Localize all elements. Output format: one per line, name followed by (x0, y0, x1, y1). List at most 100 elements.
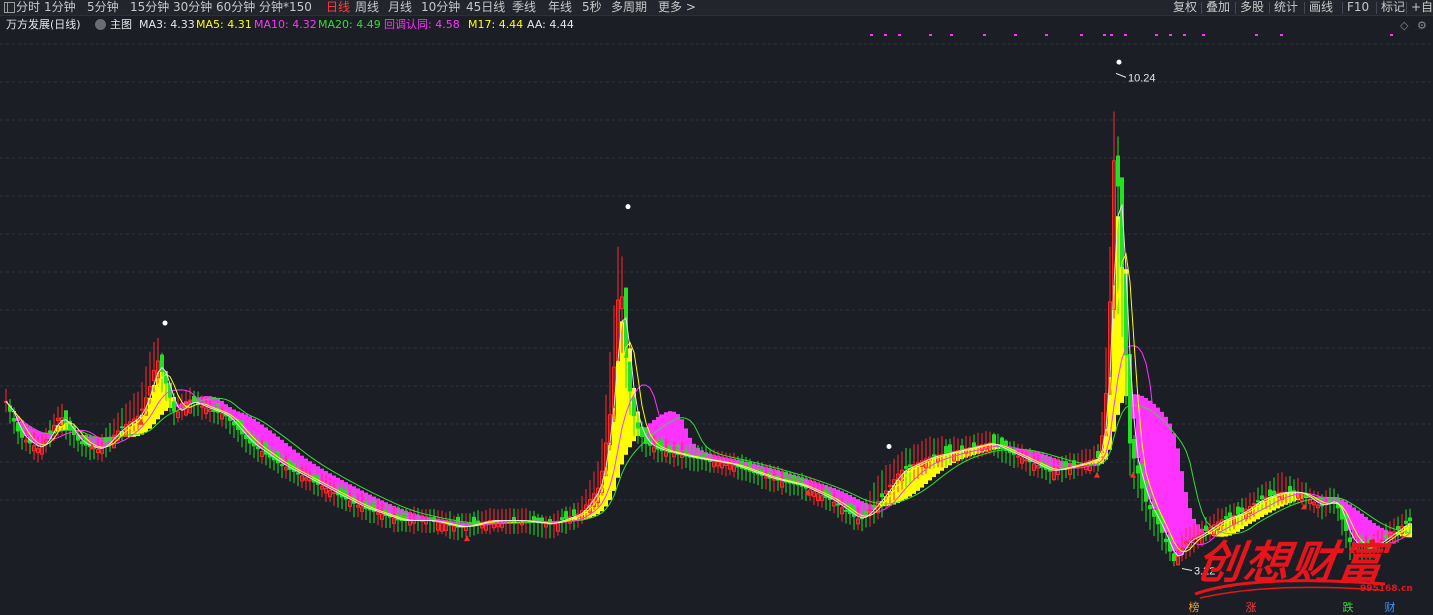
high-price-label: 10.24 (1128, 72, 1156, 84)
signal-dot (1124, 34, 1127, 36)
candle-down (1164, 538, 1168, 543)
bottom-tag-2[interactable]: 跌 (1341, 600, 1355, 615)
candle-down (572, 509, 576, 517)
candle-down (948, 444, 952, 453)
indicator-label-6: AA: 4.44 (527, 18, 574, 31)
candle-down (560, 517, 564, 521)
candle-down (1136, 465, 1140, 474)
tool-button-5[interactable]: F10 (1347, 0, 1369, 15)
peak-dot (1116, 59, 1122, 65)
buy-signal-triangle (1130, 471, 1136, 478)
band-down (1176, 448, 1180, 557)
candle-down (1132, 438, 1136, 459)
period-tab-1[interactable]: 1分钟 (44, 0, 76, 15)
bottom-tag-3[interactable]: 财 (1383, 600, 1397, 615)
tool-button-6[interactable]: 标记 (1381, 0, 1405, 15)
period-tab-2[interactable]: 5分钟 (87, 0, 119, 15)
candle-up (332, 492, 336, 495)
period-tab-0[interactable]: 分时 (16, 0, 40, 15)
candle-down (172, 401, 176, 412)
candle-down (80, 441, 84, 445)
candle-down (904, 466, 908, 469)
signal-dot (898, 34, 901, 36)
tool-button-3[interactable]: 统计 (1274, 0, 1298, 15)
candle-down (120, 426, 124, 429)
main-chart-dropdown-icon[interactable] (95, 19, 106, 30)
settings-icon[interactable]: ⚙ (1417, 17, 1427, 35)
indicator-label-3: MA20: 4.49 (318, 18, 381, 31)
candle-down (1172, 553, 1176, 561)
candle-down (280, 464, 284, 467)
buy-signal-triangle (464, 535, 470, 542)
candle-up (140, 408, 144, 411)
tool-button-1[interactable]: 叠加 (1206, 0, 1230, 15)
signal-dot (1080, 34, 1083, 36)
period-tab-12[interactable]: 季线 (512, 0, 536, 15)
tool-button-2[interactable]: 多股 (1240, 0, 1264, 15)
band-down (1168, 423, 1172, 542)
period-tab-9[interactable]: 月线 (388, 0, 412, 15)
period-tab-11[interactable]: 45日线 (466, 0, 505, 15)
candle-down (1116, 155, 1120, 187)
band-down (1172, 433, 1176, 552)
candle-down (48, 430, 52, 433)
candle-down (12, 418, 16, 422)
indicator-label-5: M17: 4.44 (468, 18, 524, 31)
indicator-label-4: 回调认同: 4.58 (384, 18, 460, 31)
watermark-url: 995168.cn (1360, 584, 1413, 594)
tool-button-4[interactable]: 画线 (1309, 0, 1333, 15)
signal-dot (1155, 34, 1158, 36)
signal-dot (1045, 34, 1048, 36)
high-pointer (1115, 72, 1127, 78)
candle-down (972, 442, 976, 448)
tool-button-0[interactable]: 复权 (1173, 0, 1197, 15)
signal-dot (983, 34, 986, 36)
candle-down (844, 509, 848, 512)
period-tab-5[interactable]: 60分钟 (216, 0, 255, 15)
low-pointer (1181, 567, 1193, 571)
period-tab-16[interactable]: 更多 > (658, 0, 696, 15)
signal-dot (929, 34, 932, 36)
tool-button-7[interactable]: +自 (1411, 0, 1433, 15)
period-tab-8[interactable]: 周线 (355, 0, 379, 15)
toolbar-divider (1342, 2, 1343, 14)
candle-down (880, 493, 884, 498)
period-tab-15[interactable]: 多周期 (611, 0, 647, 15)
candle-down (636, 422, 640, 429)
main-chart-label[interactable]: 主图 (110, 16, 132, 34)
candle-down (1256, 500, 1260, 503)
toolbar-divider (1406, 2, 1407, 14)
candle-down (1268, 489, 1272, 497)
signal-dot (1202, 34, 1205, 36)
window-toggle-icon[interactable] (4, 2, 15, 13)
candle-down (932, 454, 936, 457)
candle-down (632, 397, 636, 417)
period-tab-10[interactable]: 10分钟 (421, 0, 460, 15)
signal-dot (1183, 34, 1186, 36)
candle-down (872, 504, 876, 507)
signal-dot (1014, 34, 1017, 36)
bottom-tag-0[interactable]: 榜 (1187, 600, 1201, 615)
candle-up (200, 405, 204, 408)
signal-dot (1255, 34, 1258, 36)
period-tab-3[interactable]: 15分钟 (130, 0, 169, 15)
candle-down (1224, 516, 1228, 519)
bottom-tag-1[interactable]: 涨 (1244, 600, 1258, 615)
candle-down (1320, 504, 1324, 507)
candle-down (1148, 505, 1152, 510)
price-chart[interactable]: 10.243.22 (0, 34, 1433, 600)
indicator-label-2: MA10: 4.32 (254, 18, 317, 31)
period-tab-4[interactable]: 30分钟 (173, 0, 212, 15)
candle-down (628, 361, 632, 392)
candle-down (1404, 520, 1408, 524)
period-tab-6[interactable]: 分钟*150 (259, 0, 312, 15)
diamond-icon[interactable]: ◇ (1400, 17, 1408, 35)
indicator-label-1: MA5: 4.31 (196, 18, 252, 31)
period-tab-7[interactable]: 日线 (326, 0, 350, 15)
period-tab-14[interactable]: 5秒 (582, 0, 602, 15)
peak-dot (625, 204, 631, 210)
indicator-label-0: MA3: 4.33 (139, 18, 195, 31)
period-toolbar: 分时 1分钟 5分钟 15分钟 30分钟 60分钟 分钟*150 日线 周线 月线 10分钟 45日线… (0, 0, 1433, 16)
band-down (1164, 416, 1168, 533)
period-tab-13[interactable]: 年线 (548, 0, 572, 15)
